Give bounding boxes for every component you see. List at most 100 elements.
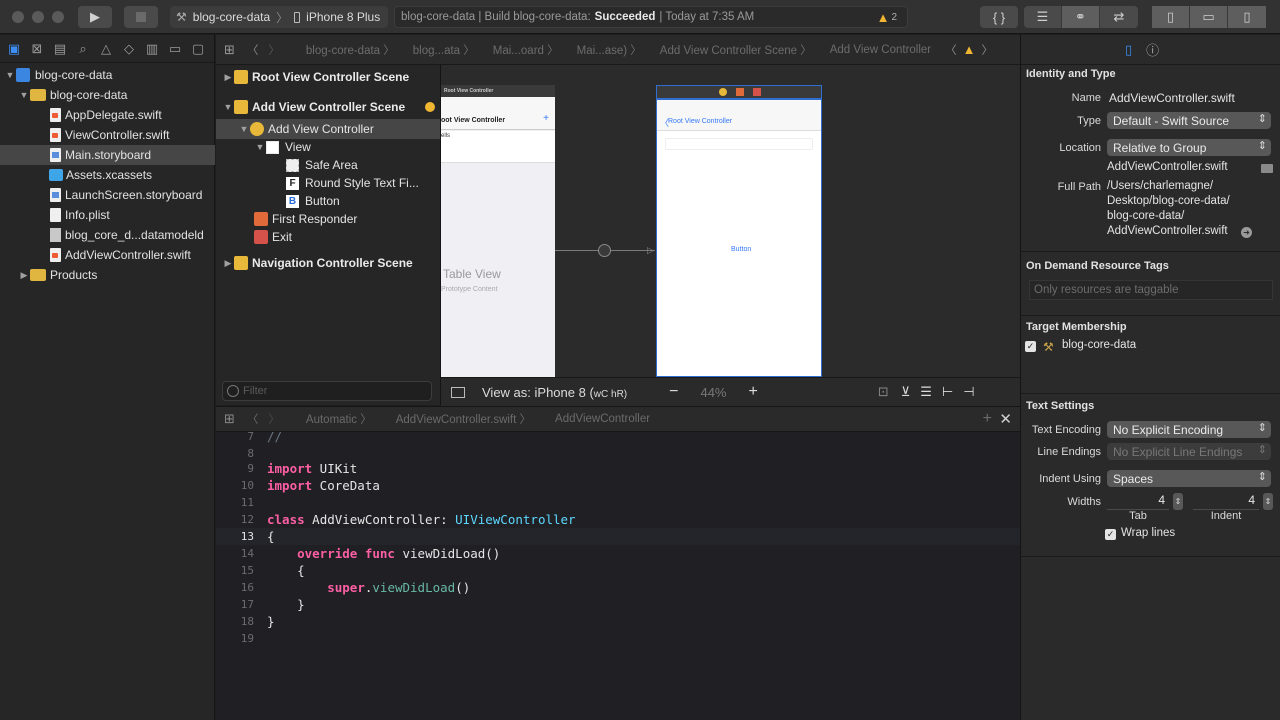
resolve-issues-icon[interactable]: ⊣ bbox=[963, 384, 974, 400]
minimize-window-button[interactable] bbox=[32, 11, 44, 23]
toggle-debug-area-button[interactable]: ▭ bbox=[1190, 6, 1228, 28]
forward-icon[interactable]: 〉 bbox=[268, 411, 280, 427]
scheme-selector[interactable]: ⚒ blog-core-data 〉 iPhone 8 Plus bbox=[170, 6, 388, 28]
encoding-popup[interactable]: No Explicit Encoding bbox=[1107, 421, 1271, 438]
outline-item-exit[interactable]: Exit bbox=[254, 227, 292, 247]
breadcrumb[interactable]: AddViewController bbox=[555, 413, 650, 425]
embed-in-icon[interactable]: ⊻ bbox=[901, 384, 911, 400]
outline-item-safe-area[interactable]: Safe Area bbox=[286, 155, 358, 175]
tree-item-file[interactable]: LaunchScreen.storyboard bbox=[0, 185, 215, 205]
version-editor-button[interactable]: ⇄ bbox=[1100, 6, 1138, 28]
issue-icon[interactable]: △ bbox=[96, 41, 116, 57]
update-frames-icon[interactable]: ⊡ bbox=[878, 384, 889, 400]
hierarchy-icon[interactable]: ▤ bbox=[50, 41, 70, 57]
breadcrumb[interactable]: Mai...ase) 〉 bbox=[577, 42, 642, 58]
outline-item-first-responder[interactable]: First Responder bbox=[254, 209, 357, 229]
line-endings-label: Line Endings bbox=[1037, 446, 1101, 458]
breadcrumb[interactable]: blog...ata 〉 bbox=[413, 42, 475, 58]
canvas-button[interactable]: Button bbox=[731, 246, 751, 253]
name-value[interactable]: AddViewController.swift bbox=[1109, 91, 1235, 105]
add-editor-icon[interactable]: + bbox=[983, 410, 992, 428]
warning-indicator[interactable]: ▲ 2 bbox=[877, 10, 897, 25]
outline-scene-add[interactable]: ▼ Add View Controller Scene bbox=[222, 97, 435, 117]
tree-item-file[interactable]: Assets.xcassets bbox=[0, 165, 215, 185]
test-icon[interactable]: ◇ bbox=[119, 41, 139, 57]
add-scene-titlebar[interactable] bbox=[656, 85, 822, 99]
standard-editor-button[interactable]: ☰ bbox=[1024, 6, 1062, 28]
tree-item-project[interactable]: ▼ blog-core-data bbox=[0, 65, 215, 85]
pin-icon[interactable]: ⊢ bbox=[942, 384, 953, 400]
breadcrumb[interactable]: blog-core-data 〉 bbox=[306, 42, 395, 58]
storyboard-canvas[interactable]: Root View Controller oot View Controller… bbox=[441, 65, 1020, 377]
breadcrumb[interactable]: Automatic 〉 bbox=[306, 411, 372, 427]
zoom-out-button[interactable]: − bbox=[669, 383, 678, 401]
outline-toggle-icon[interactable] bbox=[451, 386, 465, 398]
forward-icon[interactable]: 〉 bbox=[268, 42, 280, 58]
report-icon[interactable]: ▢ bbox=[188, 41, 208, 57]
close-editor-icon[interactable]: ✕ bbox=[999, 410, 1012, 428]
outline-item-view[interactable]: ▼ View bbox=[254, 137, 311, 157]
source-editor[interactable]: 7 // 8 9 import UIKit 10 import CoreData… bbox=[216, 429, 1020, 720]
type-popup[interactable]: Default - Swift Source bbox=[1107, 112, 1271, 129]
related-items-icon[interactable]: ⊞ bbox=[224, 42, 235, 58]
back-icon[interactable]: 〈 bbox=[247, 42, 259, 58]
round-text-field[interactable] bbox=[665, 138, 813, 150]
breadcrumb[interactable]: AddViewController.swift 〉 bbox=[396, 411, 531, 427]
tree-item-group[interactable]: ▼ blog-core-data bbox=[0, 85, 215, 105]
assistant-editor-button[interactable]: ⚭ bbox=[1062, 6, 1100, 28]
zoom-window-button[interactable] bbox=[52, 11, 64, 23]
toggle-inspector-button[interactable]: ▯ bbox=[1228, 6, 1266, 28]
breadcrumb[interactable]: Mai...oard 〉 bbox=[493, 42, 559, 58]
library-button[interactable]: { } bbox=[980, 6, 1018, 28]
file-inspector-icon[interactable]: ▯ bbox=[1125, 42, 1132, 58]
indent-width-stepper[interactable]: ⇕ bbox=[1263, 493, 1273, 510]
run-button[interactable]: ▶ bbox=[78, 6, 112, 28]
segue-icon[interactable] bbox=[598, 244, 611, 257]
debug-icon[interactable]: ▥ bbox=[142, 41, 162, 57]
related-items-icon[interactable]: ⊞ bbox=[224, 411, 235, 427]
outline-item-button[interactable]: B Button bbox=[286, 191, 340, 211]
tree-item-file[interactable]: ViewController.swift bbox=[0, 125, 215, 145]
source-control-icon[interactable]: ⊠ bbox=[27, 41, 47, 57]
target-checkbox[interactable]: ✓ bbox=[1025, 341, 1036, 352]
tree-item-file-selected[interactable]: Main.storyboard bbox=[0, 145, 215, 165]
disclosure-closed-icon: ▶ bbox=[224, 257, 232, 268]
outline-scene-root[interactable]: ▶ Root View Controller Scene bbox=[222, 67, 409, 87]
tree-item-group[interactable]: ▶ Products bbox=[0, 265, 215, 285]
next-issue-icon[interactable]: 〉 bbox=[982, 42, 994, 58]
breakpoint-icon[interactable]: ▭ bbox=[165, 41, 185, 57]
quick-help-icon[interactable]: ⓘ bbox=[1146, 40, 1159, 59]
indent-using-popup[interactable]: Spaces bbox=[1107, 470, 1271, 487]
outline-scene-nav[interactable]: ▶ Navigation Controller Scene bbox=[222, 253, 413, 273]
breadcrumb[interactable]: Add View Controller Scene 〉 bbox=[660, 42, 812, 58]
align-icon[interactable]: ☰ bbox=[920, 384, 932, 400]
stop-button[interactable] bbox=[124, 6, 158, 28]
close-window-button[interactable] bbox=[12, 11, 24, 23]
toggle-navigator-button[interactable]: ▯ bbox=[1152, 6, 1190, 28]
zoom-in-button[interactable]: + bbox=[749, 383, 758, 401]
reveal-folder-icon[interactable] bbox=[1261, 164, 1273, 173]
back-icon[interactable]: 〈 bbox=[247, 411, 259, 427]
add-scene-device[interactable]: 〈 Root View Controller Button bbox=[656, 99, 822, 377]
outline-item-textfield[interactable]: F Round Style Text Fi... bbox=[286, 173, 419, 193]
wrap-lines-checkbox[interactable]: ✓ bbox=[1105, 529, 1116, 540]
tree-item-file[interactable]: blog_core_d...datamodeld bbox=[0, 225, 215, 245]
tree-item-file[interactable]: AddViewController.swift bbox=[0, 245, 215, 265]
breadcrumb[interactable]: Add View Controller bbox=[830, 44, 931, 56]
tree-item-file[interactable]: Info.plist bbox=[0, 205, 215, 225]
reveal-arrow-icon[interactable]: ➜ bbox=[1241, 227, 1252, 238]
warning-icon[interactable]: ▲ bbox=[963, 42, 976, 57]
tab-width-field[interactable]: 4 bbox=[1107, 493, 1169, 510]
outline-item-vc[interactable]: ▼ Add View Controller bbox=[216, 119, 440, 139]
search-icon[interactable]: ⌕ bbox=[73, 41, 93, 57]
location-popup[interactable]: Relative to Group bbox=[1107, 139, 1271, 156]
prev-issue-icon[interactable]: 〈 bbox=[945, 42, 957, 58]
outline-filter-field[interactable]: Filter bbox=[222, 381, 432, 401]
indent-width-field[interactable]: 4 bbox=[1193, 493, 1259, 510]
view-as-button[interactable]: View as: iPhone 8 (wC hR) bbox=[482, 385, 627, 400]
tree-item-file[interactable]: AppDelegate.swift bbox=[0, 105, 215, 125]
root-scene-device[interactable]: oot View Controller + ells Table View Pr… bbox=[441, 97, 555, 377]
folder-icon[interactable]: ▣ bbox=[4, 41, 24, 57]
tab-width-stepper[interactable]: ⇕ bbox=[1173, 493, 1183, 510]
line-endings-popup[interactable]: No Explicit Line Endings bbox=[1107, 443, 1271, 460]
